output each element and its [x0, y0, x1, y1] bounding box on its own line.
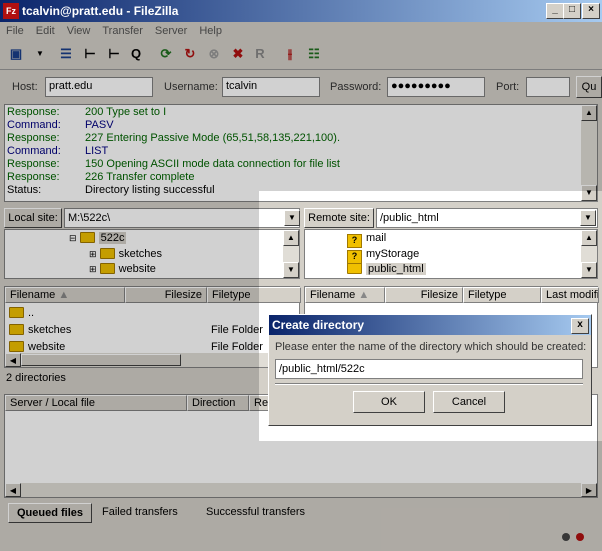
dialog-title: Create directory: [269, 315, 591, 335]
remote-site-label: Remote site:: [304, 208, 374, 228]
remote-tree-item[interactable]: ? myStorage: [347, 248, 419, 264]
scroll-up-icon[interactable]: ▲: [283, 230, 299, 246]
maximize-icon[interactable]: □: [563, 3, 581, 19]
dialog-prompt: Please enter the name of the directory w…: [275, 341, 587, 353]
scroll-down-icon[interactable]: ▼: [283, 262, 299, 278]
cancel-button[interactable]: Cancel: [433, 391, 505, 413]
dialog-close-icon[interactable]: x: [571, 318, 589, 334]
remote-tree: ? mail ? myStorage public_html ▲ ▼: [304, 229, 598, 279]
scroll-down-icon[interactable]: ▼: [581, 262, 597, 278]
close-icon[interactable]: ×: [582, 3, 600, 19]
remote-tree-label: mail: [366, 232, 387, 244]
folder-icon: [347, 263, 362, 274]
remote-path-input[interactable]: /public_html: [376, 208, 598, 228]
filezilla-logo-icon: Fz: [3, 3, 19, 19]
ok-button[interactable]: OK: [353, 391, 425, 413]
unknown-folder-icon: ?: [347, 234, 362, 248]
remote-path-dropdown-icon[interactable]: ▼: [580, 210, 596, 226]
remote-site-bar: Remote site: /public_html ▼: [304, 208, 598, 228]
remote-tree-item[interactable]: ? mail: [347, 232, 386, 248]
shade-overlay: [0, 191, 259, 441]
col-filetype[interactable]: Filetype: [463, 287, 541, 303]
col-filename[interactable]: Filename ▲: [305, 287, 385, 303]
remote-tree-scrollbar[interactable]: ▲ ▼: [581, 230, 597, 278]
local-path-dropdown-icon[interactable]: ▼: [284, 210, 300, 226]
remote-tree-item[interactable]: public_html: [347, 263, 426, 275]
create-directory-dialog: Create directory x Please enter the name…: [268, 314, 592, 426]
scroll-up-icon[interactable]: ▲: [581, 230, 597, 246]
remote-tree-label: myStorage: [366, 248, 420, 260]
col-filesize[interactable]: Filesize: [385, 287, 463, 303]
dialog-divider: [275, 383, 583, 385]
title-bar: Fz tcalvin@pratt.edu - FileZilla _ □ ×: [0, 0, 602, 22]
col-last-modified[interactable]: Last modifi: [541, 287, 599, 303]
minimize-icon[interactable]: _: [546, 3, 564, 19]
shade-overlay: [0, 441, 602, 551]
remote-tree-label: public_html: [366, 263, 426, 275]
local-tree-scrollbar[interactable]: ▲ ▼: [283, 230, 299, 278]
col-filename-label: Filename: [310, 289, 356, 301]
directory-name-input[interactable]: /public_html/522c: [275, 359, 583, 379]
shade-overlay: [0, 22, 602, 191]
window-title: tcalvin@pratt.edu - FileZilla: [22, 4, 179, 18]
unknown-folder-icon: ?: [347, 250, 362, 264]
